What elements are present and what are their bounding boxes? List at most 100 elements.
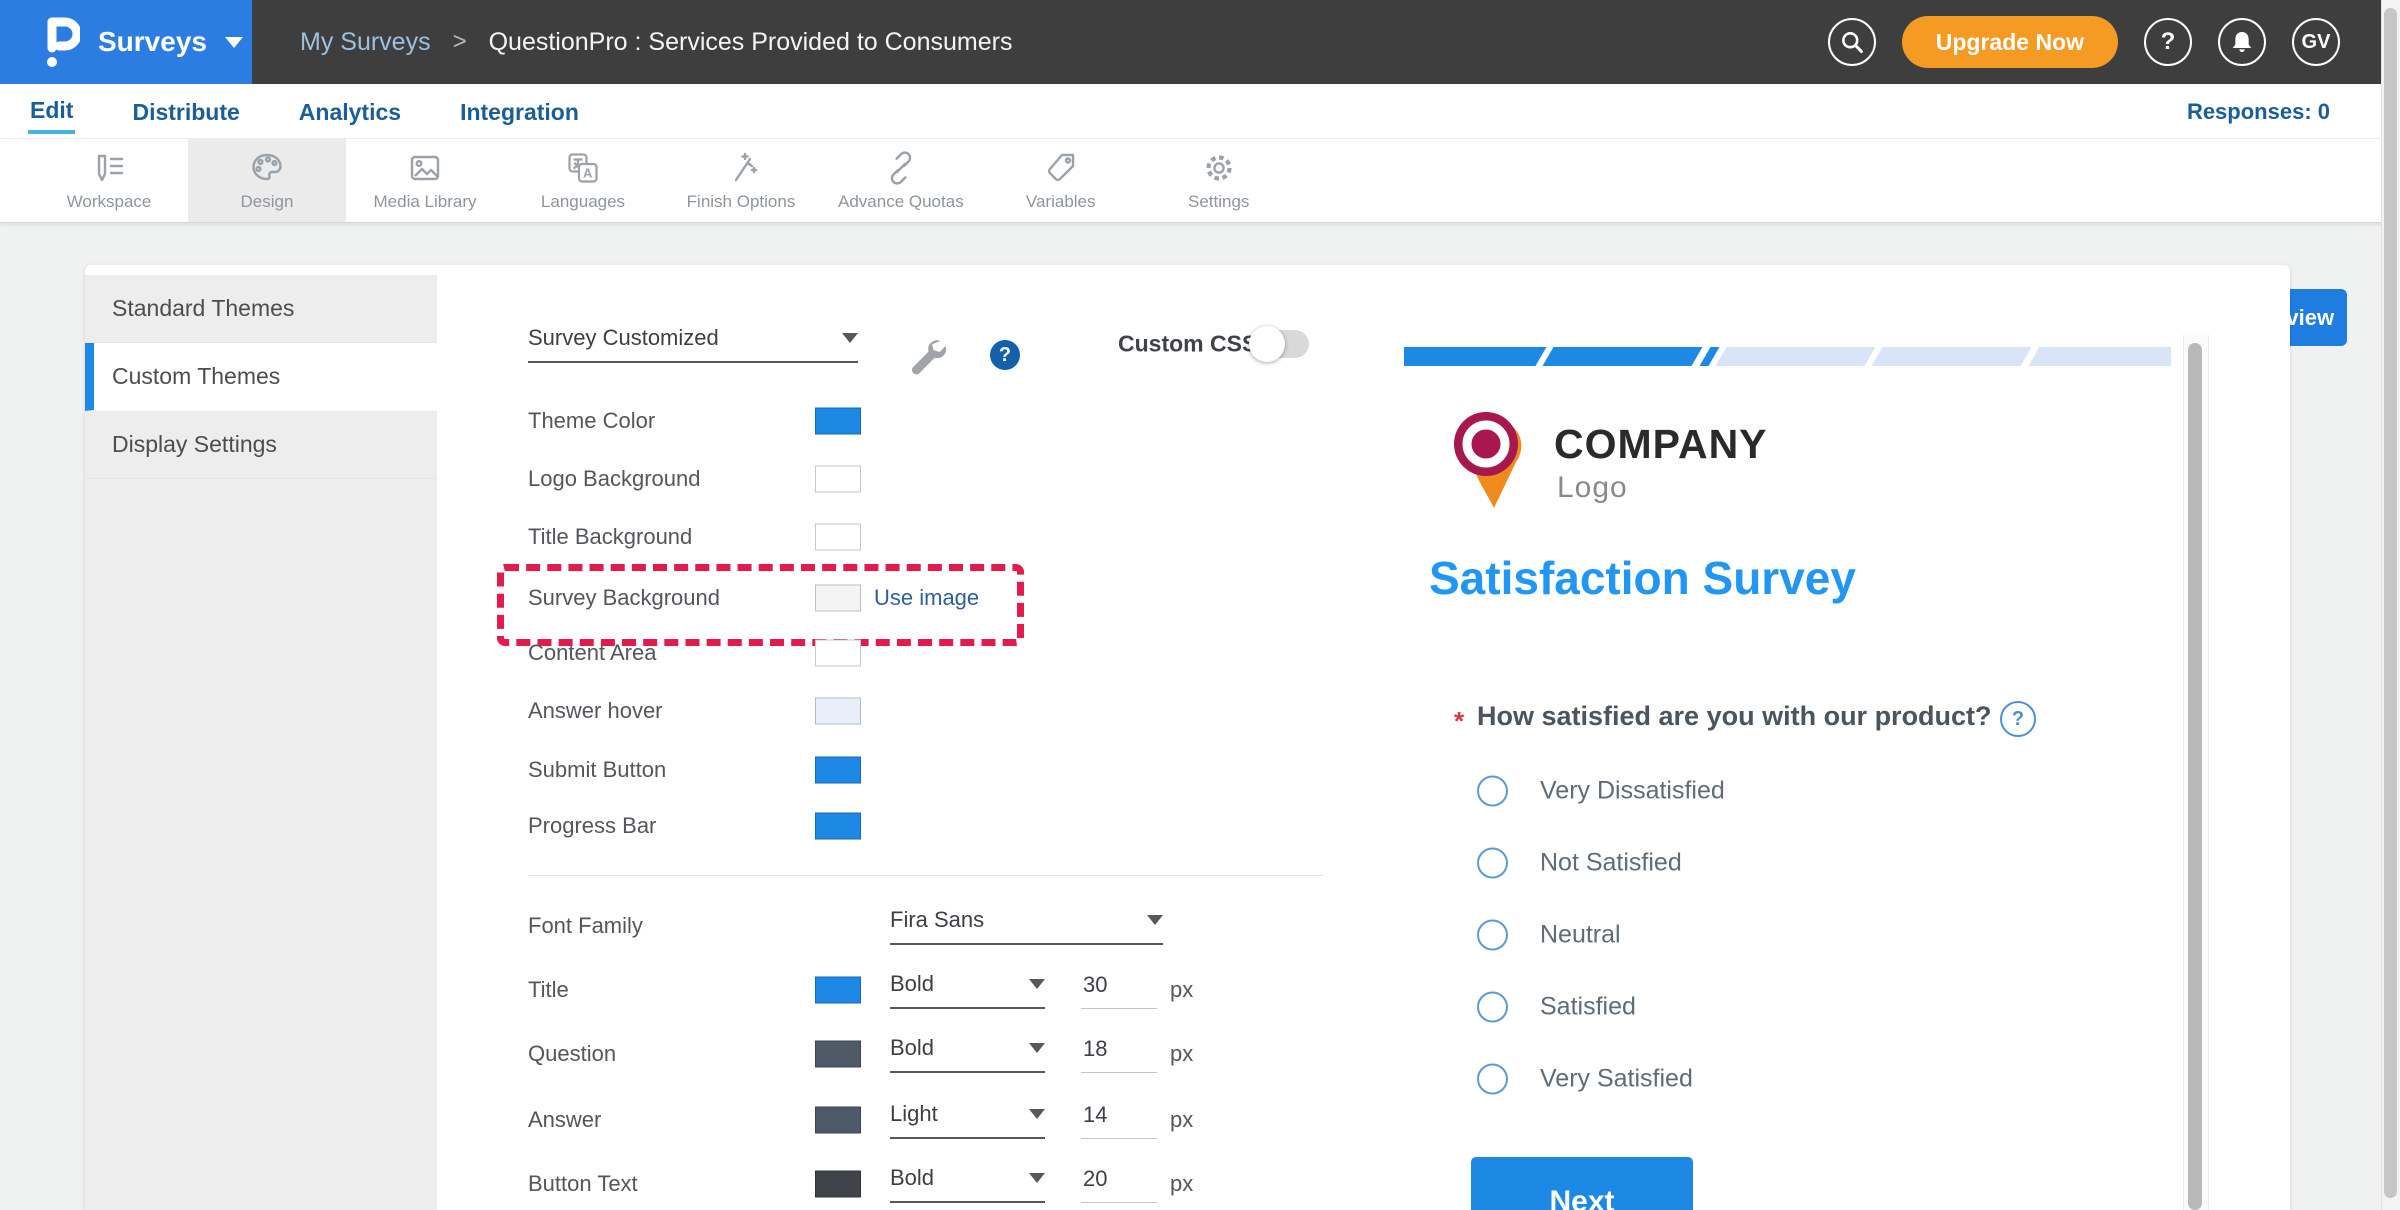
- radio-icon: [1477, 848, 1508, 879]
- breadcrumb-separator: >: [453, 28, 467, 56]
- font-row-label: Answer: [528, 1107, 601, 1133]
- progress-bar-swatch[interactable]: [815, 813, 861, 840]
- sidebar-item-standard-themes[interactable]: Standard Themes: [85, 275, 437, 343]
- questionpro-logo-icon: [44, 15, 80, 69]
- survey-background-swatch[interactable]: [815, 585, 861, 612]
- sidebar-item-display-settings[interactable]: Display Settings: [85, 411, 437, 479]
- company-logo-text: COMPANY: [1554, 421, 1768, 468]
- search-button[interactable]: [1828, 18, 1876, 66]
- font-family-select[interactable]: Fira Sans: [890, 907, 1163, 945]
- tab-edit[interactable]: Edit: [28, 89, 75, 134]
- chevron-down-icon: [842, 333, 858, 343]
- survey-nav-tabs: Edit Distribute Analytics Integration: [0, 84, 2400, 139]
- title-font-color-swatch[interactable]: [815, 977, 861, 1004]
- svg-text:A: A: [583, 165, 593, 180]
- title-size-input[interactable]: [1081, 971, 1157, 1009]
- product-name: Surveys: [98, 26, 207, 58]
- toolbar-item-design[interactable]: Design: [188, 139, 346, 222]
- magic-wand-icon: [723, 150, 759, 186]
- company-logo-subtext: Logo: [1557, 471, 1628, 505]
- page-title: QuestionPro : Services Provided to Consu…: [489, 28, 1013, 57]
- chevron-down-icon: [225, 37, 243, 48]
- button-text-size-input[interactable]: [1081, 1165, 1157, 1203]
- theme-help-icon[interactable]: ?: [990, 340, 1020, 370]
- edit-toolbar: Workspace Design: [0, 139, 2400, 223]
- toolbar-item-settings[interactable]: Settings: [1140, 139, 1298, 222]
- color-row-label: Submit Button: [528, 757, 666, 783]
- color-row-label: Logo Background: [528, 466, 700, 492]
- theme-select[interactable]: Survey Customized: [528, 325, 858, 363]
- toolbar-item-finish-options[interactable]: Finish Options: [662, 139, 820, 222]
- submit-button-swatch[interactable]: [815, 757, 861, 784]
- font-row-label: Button Text: [528, 1171, 638, 1197]
- search-icon: [1839, 29, 1865, 55]
- radio-icon: [1477, 776, 1508, 807]
- gear-icon: [1201, 150, 1237, 186]
- upgrade-now-button[interactable]: Upgrade Now: [1902, 16, 2118, 68]
- button-text-weight-select[interactable]: Bold: [890, 1165, 1045, 1203]
- title-background-swatch[interactable]: [815, 524, 861, 551]
- next-button[interactable]: Next: [1471, 1157, 1693, 1210]
- media-library-icon: [407, 150, 443, 186]
- custom-css-label: Custom CSS: [1118, 331, 1257, 358]
- logo-background-swatch[interactable]: [815, 466, 861, 493]
- unit-label: px: [1170, 1041, 1193, 1067]
- wrench-icon[interactable]: [903, 333, 947, 377]
- answer-font-color-swatch[interactable]: [815, 1107, 861, 1134]
- radio-icon: [1477, 992, 1508, 1023]
- answer-hover-swatch[interactable]: [815, 698, 861, 725]
- toolbar-item-workspace[interactable]: Workspace: [30, 139, 188, 222]
- chevron-down-icon: [1147, 915, 1163, 925]
- title-weight-select[interactable]: Bold: [890, 971, 1045, 1009]
- color-row-label: Survey Background: [528, 585, 720, 611]
- themes-sidebar: Standard Themes Custom Themes Display Se…: [85, 275, 437, 1210]
- use-image-link[interactable]: Use image: [874, 585, 979, 611]
- toolbar-item-variables[interactable]: Variables: [982, 139, 1140, 222]
- toolbar-item-languages[interactable]: A Languages: [504, 139, 662, 222]
- preview-scrollbar: [2183, 335, 2209, 1210]
- unit-label: px: [1170, 1107, 1193, 1133]
- answer-size-input[interactable]: [1081, 1101, 1157, 1139]
- button-text-color-swatch[interactable]: [815, 1171, 861, 1198]
- help-button[interactable]: ?: [2144, 18, 2192, 66]
- answer-option[interactable]: Not Satisfied: [1477, 848, 1682, 879]
- tab-integration[interactable]: Integration: [458, 91, 581, 132]
- survey-preview-title: Satisfaction Survey: [1429, 551, 1856, 605]
- chain-link-icon: [883, 150, 919, 186]
- top-header: Surveys My Surveys > QuestionPro : Servi…: [0, 0, 2400, 84]
- toolbar-item-advance-quotas[interactable]: Advance Quotas: [820, 139, 982, 222]
- section-divider: [528, 875, 1323, 876]
- question-text: How satisfied are you with our product?: [1477, 701, 1992, 732]
- breadcrumb: My Surveys > QuestionPro : Services Prov…: [300, 0, 1012, 84]
- toolbar-item-media-library[interactable]: Media Library: [346, 139, 504, 222]
- notifications-button[interactable]: [2218, 18, 2266, 66]
- tab-distribute[interactable]: Distribute: [130, 91, 241, 132]
- theme-color-swatch[interactable]: [815, 408, 861, 435]
- answer-option[interactable]: Very Dissatisfied: [1477, 776, 1725, 807]
- answer-weight-select[interactable]: Light: [890, 1101, 1045, 1139]
- design-palette-icon: [249, 150, 285, 186]
- bell-icon: [2230, 29, 2254, 55]
- tab-analytics[interactable]: Analytics: [297, 91, 403, 132]
- question-weight-select[interactable]: Bold: [890, 1035, 1045, 1073]
- preview-scrollbar-thumb[interactable]: [2188, 343, 2202, 1210]
- question-help-icon[interactable]: ?: [2000, 701, 2036, 737]
- avatar[interactable]: GV: [2292, 18, 2340, 66]
- content-area-swatch[interactable]: [815, 640, 861, 667]
- font-row-label: Title: [528, 977, 569, 1003]
- answer-option[interactable]: Neutral: [1477, 920, 1621, 951]
- window-scrollbar: [2381, 0, 2400, 1210]
- color-row-label: Theme Color: [528, 408, 655, 434]
- question-size-input[interactable]: [1081, 1035, 1157, 1073]
- required-asterisk: *: [1454, 706, 1464, 737]
- sidebar-item-custom-themes[interactable]: Custom Themes: [85, 343, 437, 411]
- question-font-color-swatch[interactable]: [815, 1041, 861, 1068]
- breadcrumb-my-surveys[interactable]: My Surveys: [300, 28, 431, 57]
- answer-option[interactable]: Satisfied: [1477, 992, 1636, 1023]
- product-switcher[interactable]: Surveys: [0, 0, 252, 84]
- tag-icon: [1043, 150, 1079, 186]
- custom-css-toggle[interactable]: [1253, 330, 1309, 358]
- answer-option[interactable]: Very Satisfied: [1477, 1064, 1693, 1095]
- window-scrollbar-thumb[interactable]: [2384, 8, 2397, 1198]
- color-row-label: Title Background: [528, 524, 692, 550]
